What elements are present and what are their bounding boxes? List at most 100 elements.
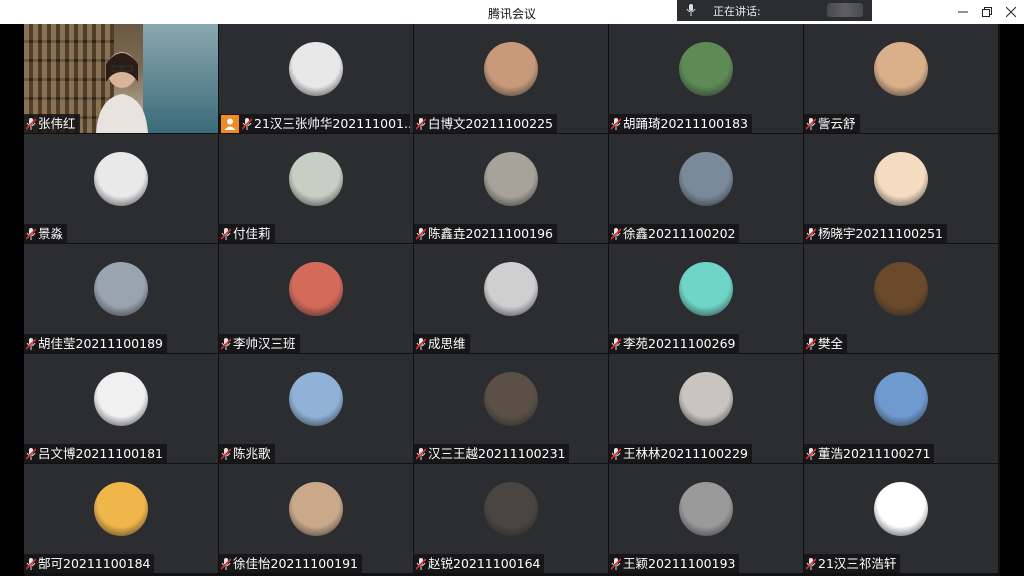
host-icon (221, 114, 239, 133)
participant-tile[interactable]: 吕文博20211100181 (24, 354, 219, 464)
participant-avatar (289, 152, 343, 206)
participant-tile[interactable]: 杨晓宇20211100251 (804, 134, 999, 244)
microphone-muted-icon (416, 447, 426, 460)
participant-nameplate: 訾云舒 (804, 114, 860, 133)
participant-avatar (679, 152, 733, 206)
participant-tile[interactable]: 成思维 (414, 244, 609, 354)
participant-avatar (484, 372, 538, 426)
microphone-muted-icon (242, 117, 252, 130)
microphone-muted-icon (416, 557, 426, 570)
participant-avatar (874, 152, 928, 206)
participant-tile[interactable]: 徐鑫20211100202 (609, 134, 804, 244)
participant-name: 景淼 (38, 226, 64, 241)
participant-nameplate: 吕文博20211100181 (24, 444, 167, 463)
speaking-label: 正在讲话: (713, 5, 761, 18)
participant-tile[interactable]: 景淼 (24, 134, 219, 244)
participant-avatar (289, 482, 343, 536)
participant-name: 吕文博20211100181 (38, 446, 163, 461)
participant-tile[interactable]: 张伟红 (24, 24, 219, 134)
participant-nameplate: 赵锐20211100164 (414, 554, 545, 573)
participant-tile[interactable]: 陈兆歌 (219, 354, 414, 464)
participant-tile[interactable]: 訾云舒 (804, 24, 999, 134)
microphone-muted-icon (806, 447, 816, 460)
microphone-muted-icon (416, 337, 426, 350)
participant-tile[interactable]: 王林林20211100229 (609, 354, 804, 464)
participant-tile[interactable]: 胡踊琦20211100183 (609, 24, 804, 134)
microphone-muted-icon (611, 447, 621, 460)
participant-name: 李苑20211100269 (623, 336, 736, 351)
participant-name: 樊全 (818, 336, 844, 351)
participant-avatar (289, 42, 343, 96)
participant-nameplate: 董浩20211100271 (804, 444, 935, 463)
microphone-muted-icon (611, 117, 621, 130)
participant-nameplate: 汉三王越20211100231 (414, 444, 570, 463)
participant-nameplate: 杨晓宇20211100251 (804, 224, 947, 243)
participant-name: 胡踊琦20211100183 (623, 116, 748, 131)
participant-nameplate: 白博文20211100225 (414, 114, 557, 133)
participant-tile[interactable]: 郜可20211100184 (24, 464, 219, 574)
microphone-muted-icon (26, 447, 36, 460)
participant-avatar (94, 152, 148, 206)
microphone-muted-icon (611, 337, 621, 350)
participant-nameplate: 21汉三祁浩轩 (804, 554, 901, 573)
microphone-muted-icon (806, 117, 816, 130)
participant-name: 陈鑫垚20211100196 (428, 226, 553, 241)
participant-name: 徐鑫20211100202 (623, 226, 736, 241)
participant-name: 21汉三祁浩轩 (818, 556, 897, 571)
speaker-name-blurred (827, 3, 863, 17)
participant-name: 付佳莉 (233, 226, 271, 241)
participant-tile[interactable]: 21汉三张帅华202111001... (219, 24, 414, 134)
participant-tile[interactable]: 董浩20211100271 (804, 354, 999, 464)
participant-tile[interactable]: 李苑20211100269 (609, 244, 804, 354)
participant-tile[interactable]: 王颖20211100193 (609, 464, 804, 574)
participant-name: 白博文20211100225 (428, 116, 553, 131)
participant-nameplate: 胡踊琦20211100183 (609, 114, 752, 133)
participant-name: 郜可20211100184 (38, 556, 151, 571)
participant-nameplate: 景淼 (24, 224, 68, 243)
participant-nameplate: 21汉三张帅华202111001... (219, 114, 410, 133)
participant-name: 陈兆歌 (233, 446, 271, 461)
microphone-muted-icon (221, 557, 231, 570)
close-icon (1006, 7, 1016, 17)
participant-nameplate: 张伟红 (24, 114, 80, 133)
participant-avatar (484, 152, 538, 206)
participant-grid: 张伟红 21汉三张帅华202111001... 白博文20211100225 胡踊琦2… (24, 24, 1000, 576)
microphone-muted-icon (611, 227, 621, 240)
participant-tile[interactable]: 21汉三祁浩轩 (804, 464, 999, 574)
participant-nameplate: 李苑20211100269 (609, 334, 740, 353)
microphone-muted-icon (26, 557, 36, 570)
participant-name: 李帅汉三班 (233, 336, 296, 351)
microphone-muted-icon (221, 227, 231, 240)
participant-avatar (874, 372, 928, 426)
participant-nameplate: 樊全 (804, 334, 848, 353)
participant-nameplate: 王林林20211100229 (609, 444, 752, 463)
microphone-muted-icon (806, 337, 816, 350)
participant-tile[interactable]: 李帅汉三班 (219, 244, 414, 354)
participant-nameplate: 郜可20211100184 (24, 554, 155, 573)
participant-tile[interactable]: 汉三王越20211100231 (414, 354, 609, 464)
close-button[interactable] (996, 0, 1024, 24)
participant-tile[interactable]: 胡佳莹20211100189 (24, 244, 219, 354)
participant-name: 21汉三张帅华202111001... (254, 116, 410, 131)
microphone-muted-icon (806, 227, 816, 240)
speaking-indicator: 正在讲话: (677, 0, 872, 21)
participant-avatar (94, 372, 148, 426)
participant-avatar (874, 42, 928, 96)
participant-nameplate: 李帅汉三班 (219, 334, 300, 353)
participant-avatar (679, 482, 733, 536)
participant-avatar (874, 482, 928, 536)
participant-tile[interactable]: 白博文20211100225 (414, 24, 609, 134)
participant-nameplate: 徐佳怡20211100191 (219, 554, 362, 573)
minimize-icon (958, 11, 968, 13)
participant-tile[interactable]: 陈鑫垚20211100196 (414, 134, 609, 244)
participant-tile[interactable]: 付佳莉 (219, 134, 414, 244)
participant-avatar (484, 482, 538, 536)
participant-avatar (94, 482, 148, 536)
participant-nameplate: 付佳莉 (219, 224, 275, 243)
participant-tile[interactable]: 徐佳怡20211100191 (219, 464, 414, 574)
participant-avatar (679, 372, 733, 426)
participant-tile[interactable]: 赵锐20211100164 (414, 464, 609, 574)
microphone-muted-icon (221, 447, 231, 460)
participant-tile[interactable]: 樊全 (804, 244, 999, 354)
title-bar: 腾讯会议 正在讲话: (0, 0, 1024, 24)
